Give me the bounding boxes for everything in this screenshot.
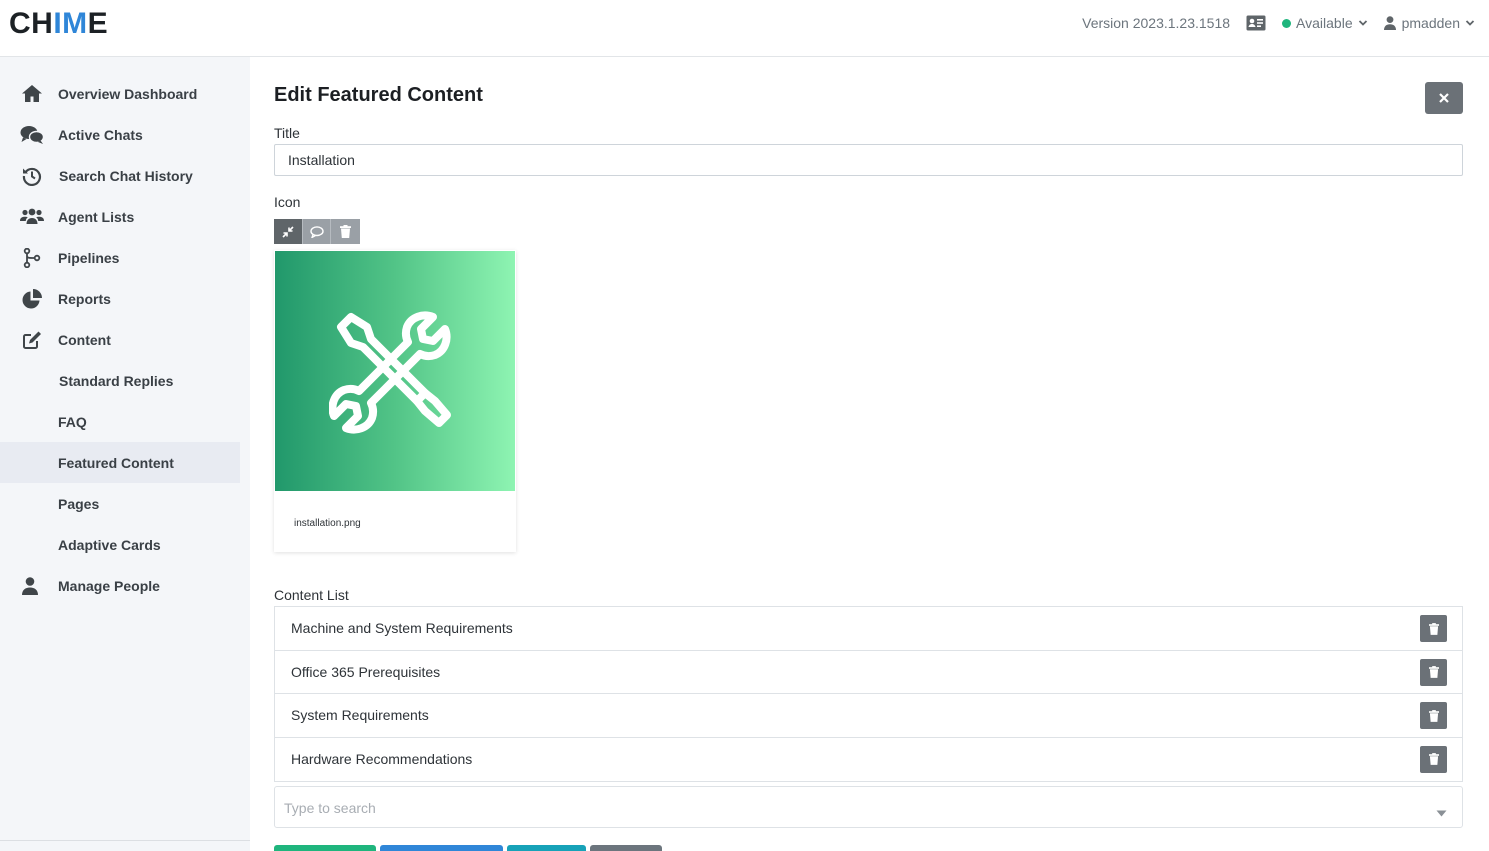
comment-icon <box>309 225 324 238</box>
sidebar-item-faq[interactable]: FAQ <box>0 401 240 442</box>
sidebar-item-standard-replies[interactable]: Standard Replies <box>0 360 240 401</box>
resize-button[interactable] <box>274 219 303 244</box>
list-item[interactable]: System Requirements <box>275 694 1462 738</box>
sidebar-item-reports[interactable]: Reports <box>0 278 240 319</box>
sidebar: Overview Dashboard Active Chats Search C… <box>0 57 250 851</box>
pipeline-icon <box>20 247 44 269</box>
sidebar-item-overview-dashboard[interactable]: Overview Dashboard <box>0 73 240 114</box>
availability-dropdown[interactable]: Available <box>1282 15 1368 31</box>
comment-button[interactable] <box>302 219 332 244</box>
edit-icon <box>20 329 44 351</box>
id-card-icon[interactable] <box>1246 15 1266 31</box>
trash-icon <box>1428 622 1439 635</box>
chevron-down-icon <box>1358 19 1368 27</box>
username-label: pmadden <box>1401 15 1460 31</box>
user-icon <box>1383 16 1396 30</box>
trash-icon <box>1428 753 1439 765</box>
compress-icon <box>282 225 294 238</box>
user-menu[interactable]: pmadden <box>1383 15 1475 31</box>
cancel-button[interactable] <box>590 845 662 851</box>
sidebar-item-pages[interactable]: Pages <box>0 483 240 524</box>
title-input[interactable] <box>274 144 1463 176</box>
top-header: CHIME Version 2023.1.23.1518 Available p… <box>0 0 1489 57</box>
sidebar-item-featured-content[interactable]: Featured Content <box>0 442 240 483</box>
history-icon <box>20 165 44 187</box>
sidebar-item-content[interactable]: Content <box>0 319 240 360</box>
page-title: Edit Featured Content <box>274 84 483 106</box>
chevron-down-icon <box>1465 19 1475 27</box>
main-content: Edit Featured Content Title Icon <box>250 58 1489 851</box>
sidebar-item-active-chats[interactable]: Active Chats <box>0 114 240 155</box>
content-search-select[interactable]: Type to search <box>274 786 1463 828</box>
trash-icon <box>340 225 352 238</box>
delete-button[interactable] <box>1420 615 1447 642</box>
preview-button[interactable] <box>507 845 586 851</box>
content-list: Machine and System Requirements Office 3… <box>274 606 1463 782</box>
list-item[interactable]: Machine and System Requirements <box>275 607 1462 651</box>
icon-image-card[interactable]: installation.png <box>274 250 516 552</box>
list-item[interactable]: Office 365 Prerequisites <box>275 651 1462 694</box>
action-buttons <box>274 845 666 851</box>
content-list-label: Content List <box>274 587 349 603</box>
close-button[interactable] <box>1425 82 1463 114</box>
trash-icon <box>1428 666 1439 678</box>
sidebar-item-agent-lists[interactable]: Agent Lists <box>0 196 240 237</box>
save-button[interactable] <box>274 845 376 851</box>
home-icon <box>20 83 44 105</box>
save-and-close-button[interactable] <box>380 845 503 851</box>
delete-icon-button[interactable] <box>331 219 360 244</box>
sidebar-item-search-chat-history[interactable]: Search Chat History <box>0 155 240 196</box>
status-dot-icon <box>1282 18 1292 28</box>
sidebar-item-pipelines[interactable]: Pipelines <box>0 237 240 278</box>
status-label: Available <box>1296 15 1353 31</box>
sidebar-item-manage-people[interactable]: Manage People <box>0 565 240 606</box>
caret-down-icon <box>1436 804 1447 822</box>
tools-icon <box>329 311 451 434</box>
pie-chart-icon <box>20 288 44 310</box>
delete-button[interactable] <box>1420 745 1447 773</box>
person-icon <box>18 575 42 597</box>
search-placeholder: Type to search <box>284 800 376 816</box>
icon-toolbar <box>274 219 360 244</box>
chime-logo[interactable]: CHIME <box>9 9 108 39</box>
header-right: Version 2023.1.23.1518 Available pmadden <box>1082 12 1475 34</box>
sidebar-divider <box>0 840 250 841</box>
delete-button[interactable] <box>1420 702 1447 729</box>
title-label: Title <box>274 125 300 141</box>
delete-button[interactable] <box>1420 658 1447 686</box>
close-icon <box>1439 93 1449 103</box>
icon-label: Icon <box>274 194 301 210</box>
list-item[interactable]: Hardware Recommendations <box>275 738 1462 782</box>
version-text: Version 2023.1.23.1518 <box>1082 15 1231 31</box>
chat-icon <box>20 124 44 146</box>
sidebar-item-adaptive-cards[interactable]: Adaptive Cards <box>0 524 240 565</box>
users-icon <box>20 206 44 228</box>
image-filename: installation.png <box>294 518 361 529</box>
installation-image <box>275 251 515 491</box>
trash-icon <box>1428 709 1439 722</box>
